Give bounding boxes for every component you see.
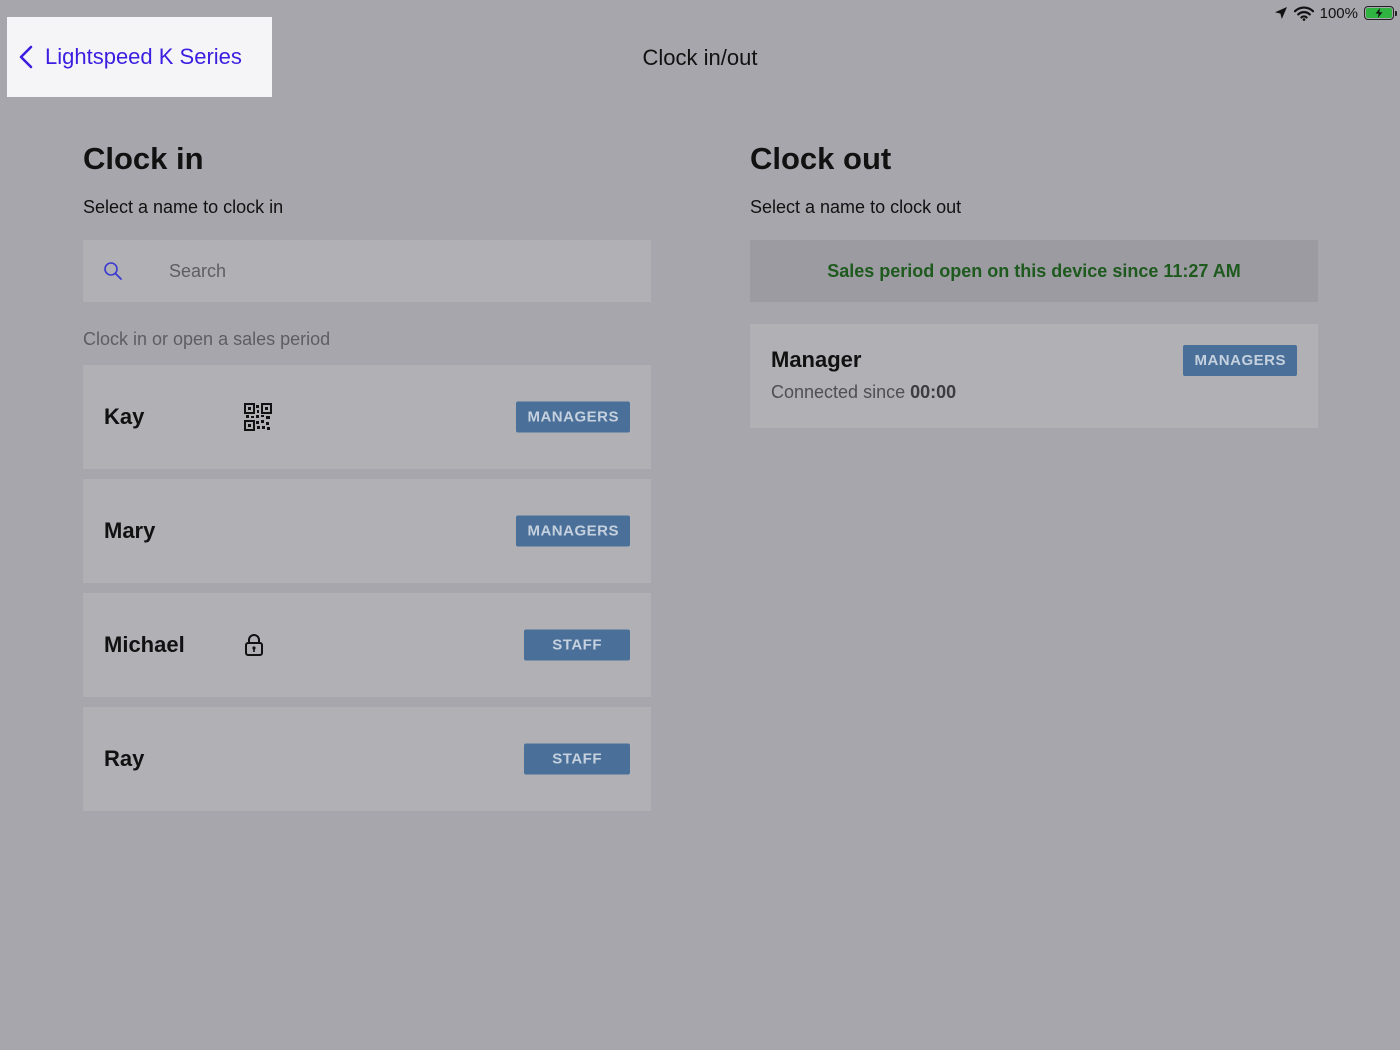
role-badge: MANAGERS (1183, 345, 1297, 376)
clock-out-panel: Clock out Select a name to clock out Sal… (750, 140, 1318, 428)
search-input[interactable] (167, 259, 571, 283)
clock-in-subtitle: Select a name to clock in (83, 197, 284, 217)
status-bar: 100% (1274, 0, 1397, 26)
connected-since: Connected since 00:00 (771, 382, 1297, 403)
role-badge: STAFF (524, 629, 630, 661)
clock-out-subtitle: Select a name to clock out (750, 197, 962, 217)
person-card-michael[interactable]: Michael STAFF (83, 593, 651, 697)
role-badge: MANAGERS (516, 401, 630, 433)
battery-percent: 100% (1319, 4, 1358, 22)
clock-in-section-label: Clock in or open a sales period (83, 329, 331, 349)
sales-period-banner: Sales period open on this device since 1… (750, 240, 1318, 302)
qr-code-icon (244, 403, 272, 431)
lock-icon (244, 633, 264, 657)
page-title: Clock in/out (642, 45, 758, 70)
role-badge: MANAGERS (516, 515, 630, 547)
person-name: Kay (104, 404, 145, 429)
clock-in-title: Clock in (83, 141, 204, 176)
clock-in-list: Kay MANAGERS Mary MANAGERS Michael STAFF… (83, 365, 651, 811)
person-name: Michael (104, 632, 185, 657)
connected-since-label: Connected since (771, 382, 911, 402)
connected-since-time: 00:00 (910, 382, 957, 402)
person-name: Mary (104, 518, 156, 543)
person-card-mary[interactable]: Mary MANAGERS (83, 479, 651, 583)
wifi-icon (1293, 6, 1314, 21)
clock-out-title: Clock out (750, 141, 892, 176)
person-card-kay[interactable]: Kay MANAGERS (83, 365, 651, 469)
search-icon (104, 262, 122, 280)
clock-in-panel: Clock in Select a name to clock in Clock… (83, 140, 651, 821)
person-card-ray[interactable]: Ray STAFF (83, 707, 651, 811)
search-box (83, 240, 651, 302)
battery-charging-icon (1364, 6, 1397, 20)
person-name: Ray (104, 746, 145, 771)
role-badge: STAFF (524, 743, 630, 775)
connected-user-card[interactable]: Manager Connected since 00:00 MANAGERS (750, 324, 1318, 428)
location-arrow-icon (1274, 6, 1288, 20)
